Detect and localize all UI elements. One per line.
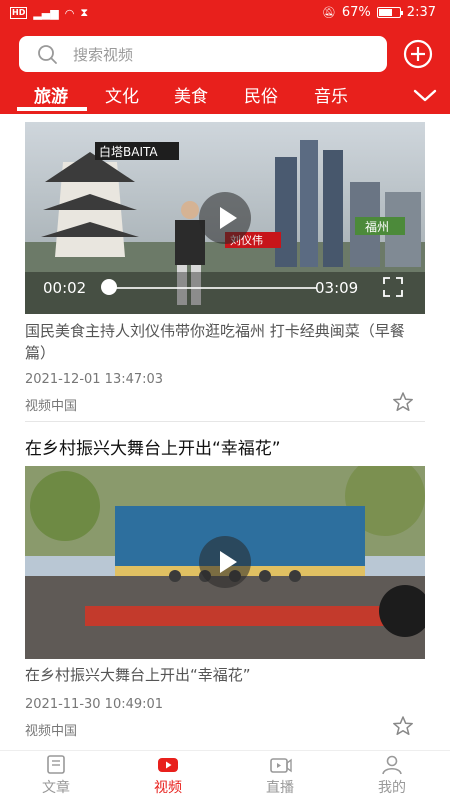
progress-bar[interactable] [107,287,317,289]
live-icon [268,755,292,775]
current-time: 00:02 [43,279,87,297]
nav-profile-label: 我的 [378,780,406,796]
duration: 03:09 [315,279,359,297]
signal-icon: ▂▄▆ [33,6,59,20]
video-caption[interactable]: 国民美食主持人刘仪伟带你逛吃福州 打卡经典闽菜（早餐篇） [25,320,425,364]
tab-folk[interactable]: 民俗 [244,82,278,107]
status-right: 🔕︎ 67% 2:37 [322,5,436,20]
active-tab-indicator [17,107,87,111]
battery-icon [376,7,403,18]
video-icon [156,755,180,775]
search-icon [33,36,69,72]
bottom-navigation: 文章 视频 直播 我的 [0,750,450,800]
play-button-2[interactable] [199,536,251,588]
search-placeholder: 搜索视频 [73,45,134,64]
chevron-down-icon[interactable] [412,86,438,104]
source-label-2: 视频中国 [25,724,78,739]
tab-travel[interactable]: 旅游 [34,82,68,107]
nav-video[interactable]: 视频 [112,751,224,800]
video-headline[interactable]: 在乡村振兴大舞台上开出“幸福花” [25,434,281,459]
tab-culture[interactable]: 文化 [105,82,139,107]
nav-profile[interactable]: 我的 [336,751,448,800]
nav-articles[interactable]: 文章 [0,751,112,800]
battery-percent: 67% [341,5,371,20]
hourglass-icon: ⧗ [80,6,89,19]
status-left: HD ▂▄▆ ◠ ⧗ [10,6,88,20]
tab-music[interactable]: 音乐 [314,82,348,107]
divider [25,421,425,422]
add-icon[interactable] [403,39,433,69]
star-icon-2[interactable] [392,715,414,737]
overlay-label-baita: 白塔BAITA [99,144,158,159]
fullscreen-icon[interactable] [383,277,403,297]
publish-date-2: 2021-11-30 10:49:01 [25,697,164,712]
play-button[interactable] [199,192,251,244]
nav-video-label: 视频 [154,780,182,796]
source-label: 视频中国 [25,399,78,414]
search-input[interactable]: 搜索视频 [19,36,387,72]
clock: 2:37 [406,5,436,20]
star-icon[interactable] [392,391,414,413]
video-thumbnail-2[interactable] [25,466,425,659]
video-caption-2[interactable]: 在乡村振兴大舞台上开出“幸福花” [25,664,425,686]
video-player[interactable]: 白塔BAITA 刘仪伟 福州 00:02 03:09 [25,122,425,314]
app-header: HD ▂▄▆ ◠ ⧗ 🔕︎ 67% 2:37 搜索视频 旅游 文化 美食 民俗 … [0,0,450,114]
nav-articles-label: 文章 [42,780,70,796]
article-icon [44,755,68,775]
nav-live[interactable]: 直播 [224,751,336,800]
progress-knob[interactable] [101,279,117,295]
network-badge: HD [10,7,28,19]
publish-date: 2021-12-01 13:47:03 [25,372,164,387]
profile-icon [380,755,404,775]
status-bar: HD ▂▄▆ ◠ ⧗ 🔕︎ 67% 2:37 [0,0,450,28]
mute-icon: 🔕︎ [321,6,336,19]
nav-live-label: 直播 [266,780,294,796]
overlay-label-city: 福州 [365,219,389,234]
tab-food[interactable]: 美食 [174,82,208,107]
wifi-icon: ◠ [64,6,75,20]
